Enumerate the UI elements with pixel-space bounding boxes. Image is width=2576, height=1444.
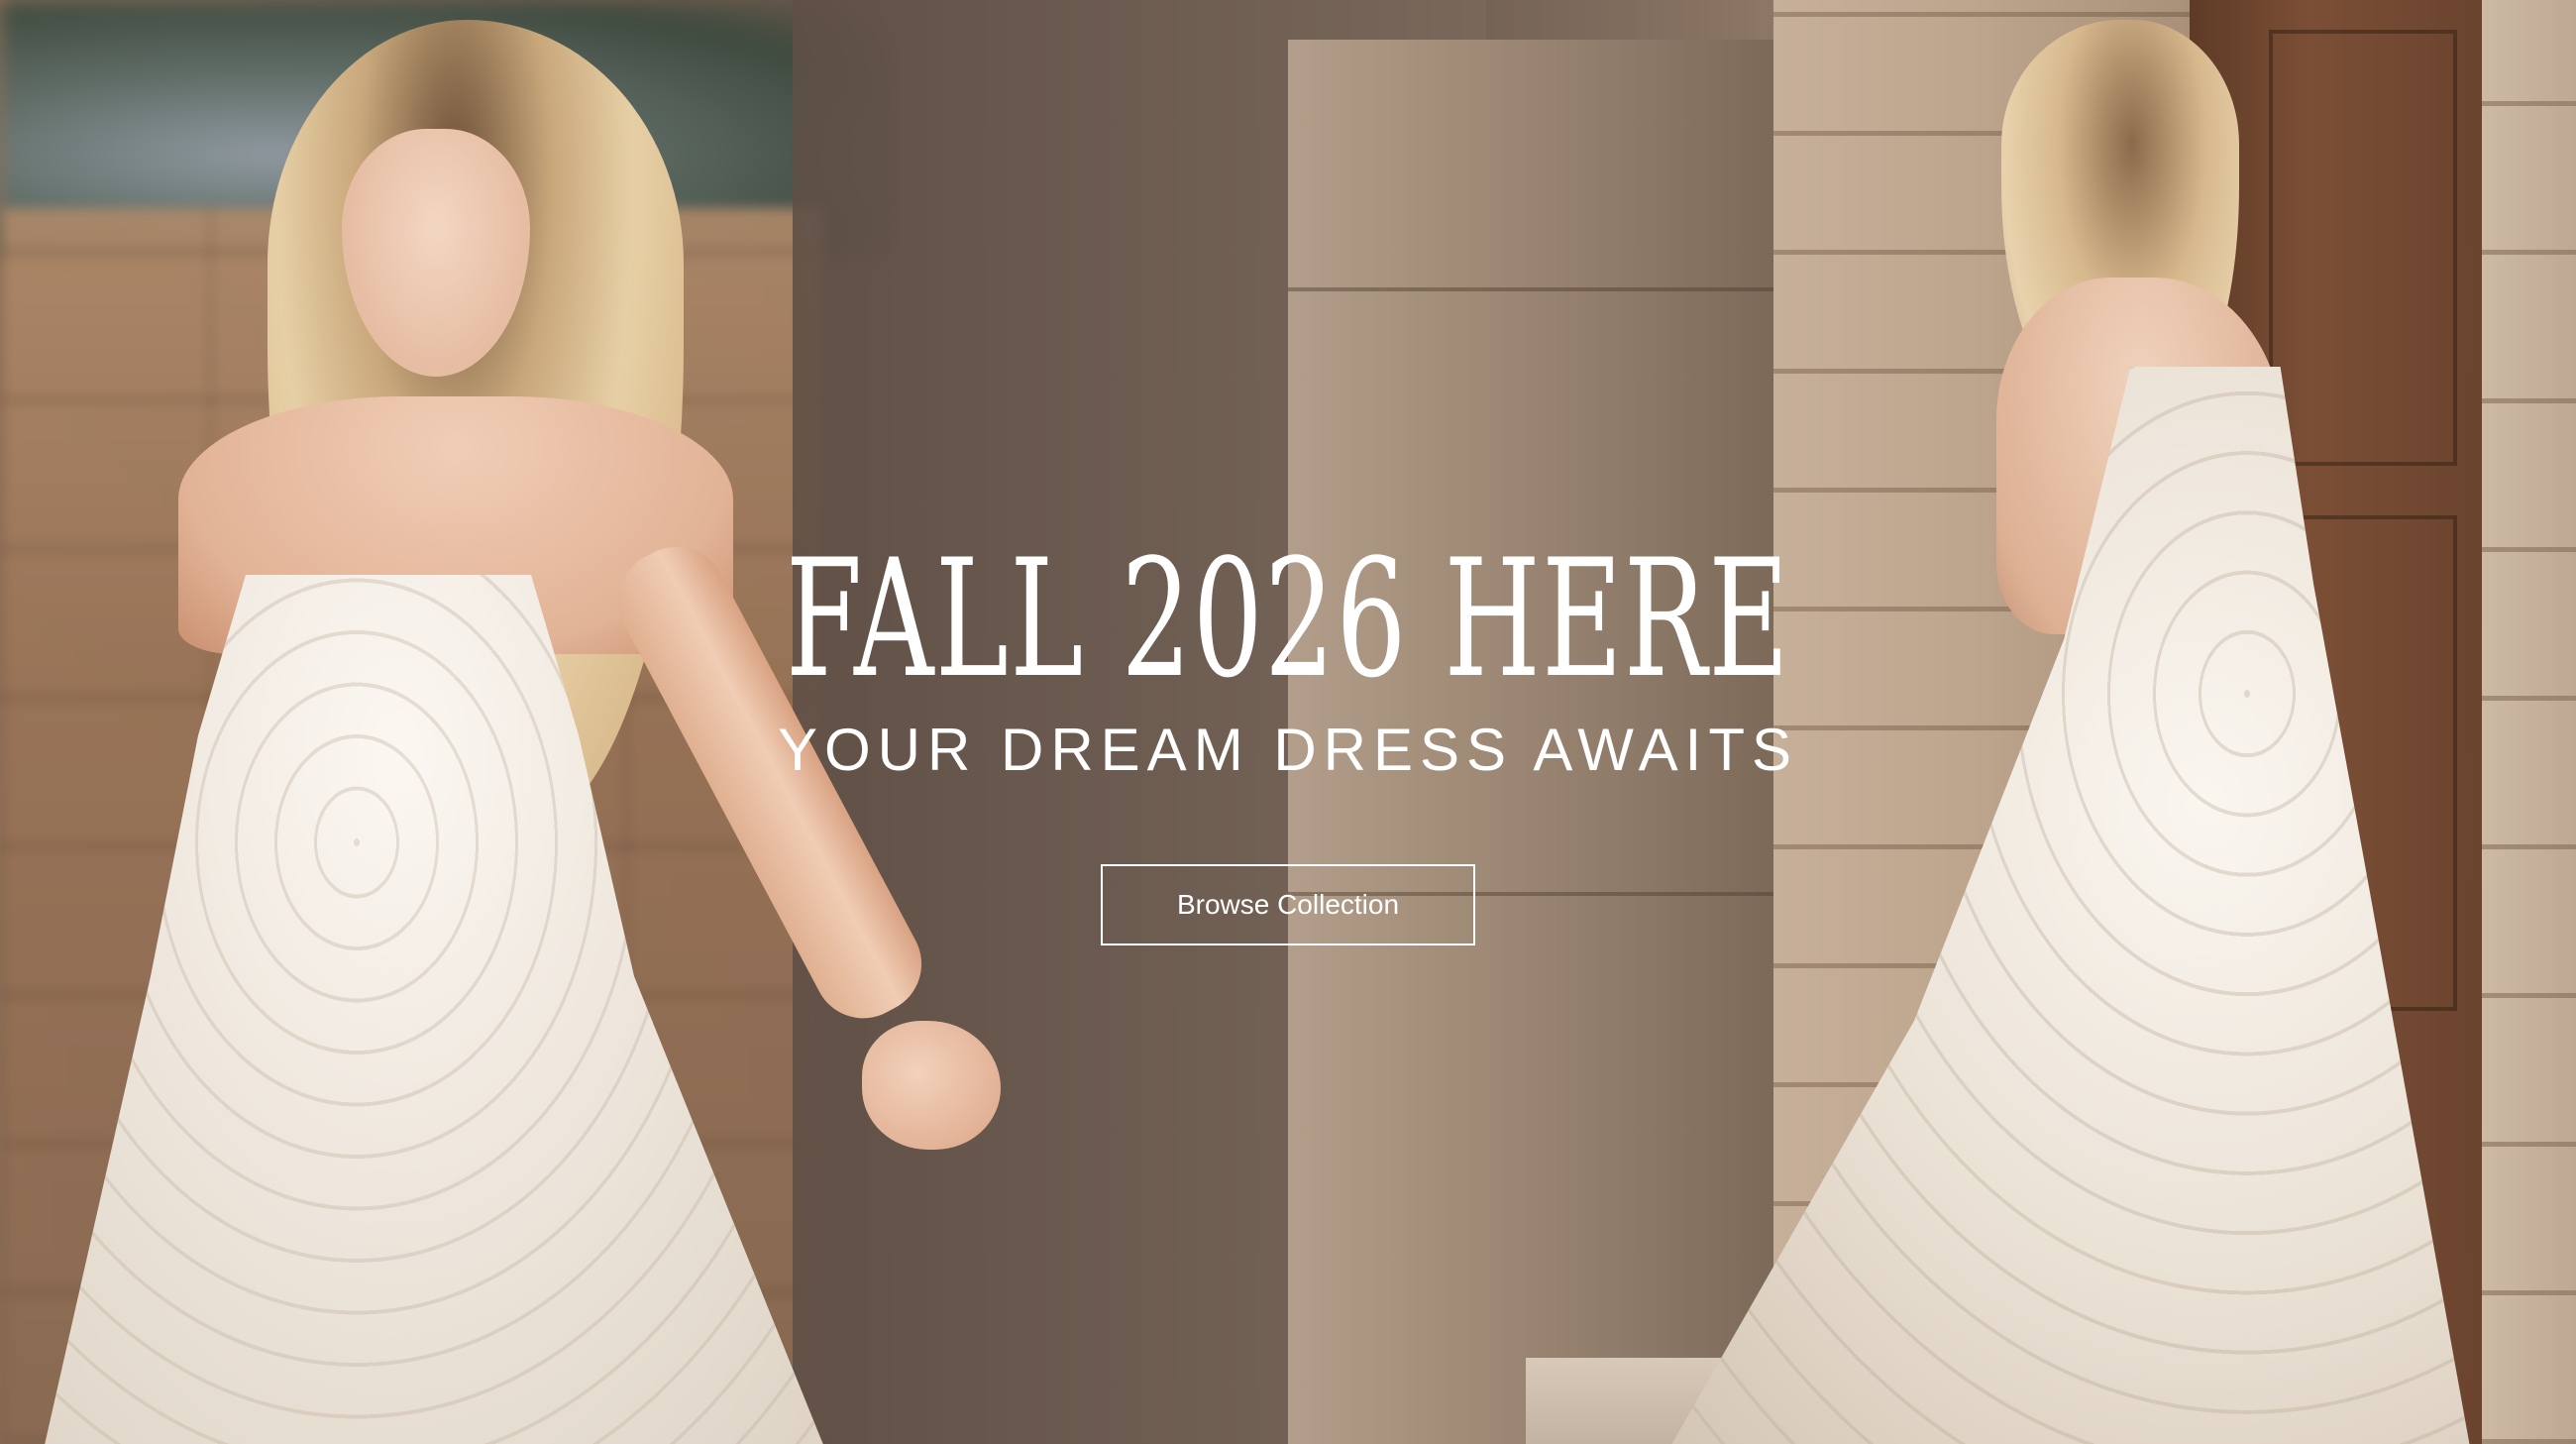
bride-left-image <box>0 0 1090 1444</box>
pillar-joint <box>1288 287 1773 291</box>
bride-left-hand <box>862 1021 1001 1150</box>
bride-left-arm <box>600 529 939 1036</box>
background-pillar <box>1288 40 1773 1444</box>
hero-banner: FALL 2026 HERE YOUR DREAM DRESS AWAITS B… <box>0 0 2576 1444</box>
background-stone-edge <box>2482 0 2576 1444</box>
door-panel <box>2269 30 2457 466</box>
browse-collection-button[interactable]: Browse Collection <box>1101 864 1475 945</box>
